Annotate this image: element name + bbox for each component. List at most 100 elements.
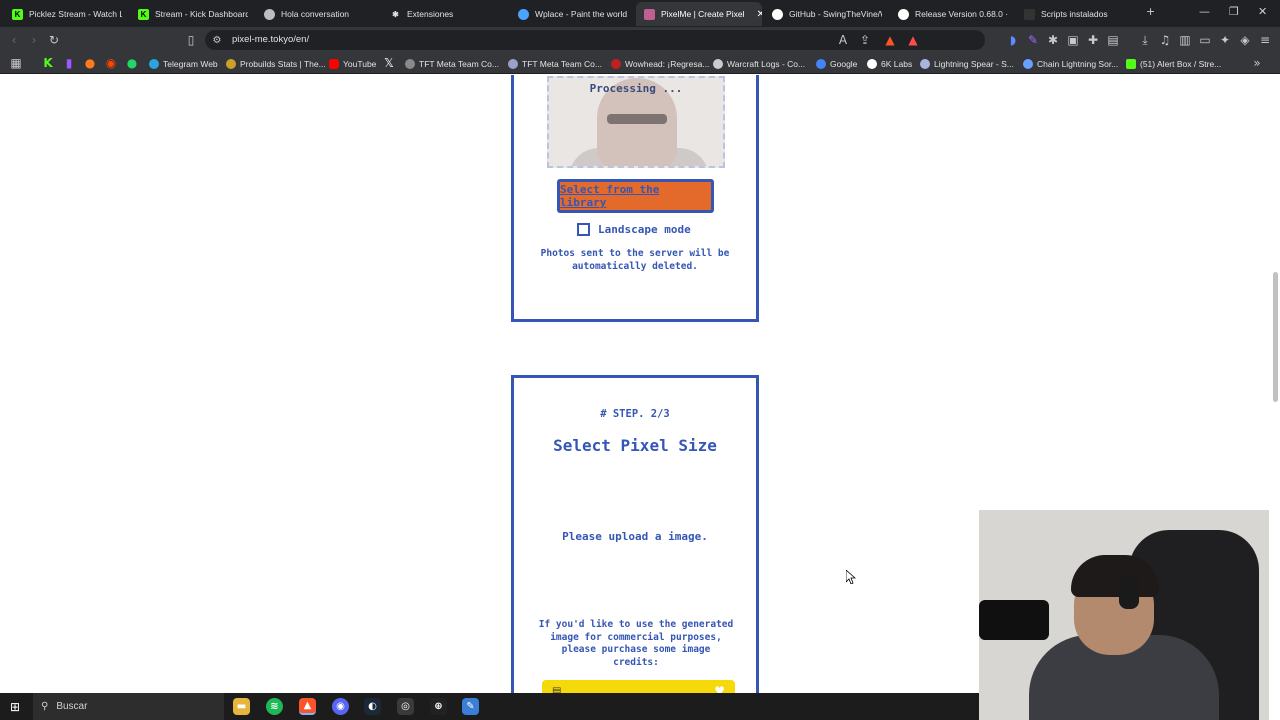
- bookmark-google[interactable]: Google: [816, 57, 857, 70]
- site-info-icon[interactable]: ⚙: [209, 32, 225, 48]
- landscape-mode-checkbox[interactable]: [577, 223, 590, 236]
- gamepad-icon[interactable]: ▣: [1065, 32, 1081, 48]
- sidebar-icon[interactable]: ▥: [1177, 32, 1193, 48]
- bookmark-chain-lightning[interactable]: Chain Lightning Sor...: [1023, 57, 1118, 70]
- minimize-icon[interactable]: —: [1199, 5, 1210, 18]
- bookmark-youtube[interactable]: YouTube: [329, 57, 376, 70]
- page-scrollbar[interactable]: [1272, 77, 1278, 689]
- bookmark-warcraft-logs[interactable]: Warcraft Logs - Co...: [713, 57, 805, 70]
- extension-icon[interactable]: ✱: [1045, 32, 1061, 48]
- microphone-icon: [979, 600, 1049, 640]
- discord-icon[interactable]: ◉: [332, 698, 349, 715]
- bookmark-wowhead[interactable]: Wowhead: ¡Regresa...: [611, 57, 709, 70]
- tab-hola-conversation[interactable]: Hola conversation: [256, 2, 374, 26]
- bookmark-label: Wowhead: ¡Regresa...: [625, 58, 710, 69]
- paint-app-icon[interactable]: ✎: [462, 698, 479, 715]
- bookmark-telegram[interactable]: Telegram Web: [149, 57, 218, 70]
- tab-picklez-stream[interactable]: K Picklez Stream - Watch Liv: [4, 2, 122, 26]
- tab-label: Picklez Stream - Watch Liv: [29, 9, 122, 19]
- step2-card: # STEP. 2/3 Select Pixel Size Please upl…: [511, 375, 759, 693]
- wallet-icon[interactable]: ◗: [1005, 32, 1021, 48]
- wallet-card-icon[interactable]: ▭: [1197, 32, 1213, 48]
- tab-release-version[interactable]: Release Version 0.68.0 · S: [890, 2, 1008, 26]
- bookmark-icon[interactable]: ▯: [183, 32, 199, 48]
- new-tab-icon[interactable]: +: [1146, 5, 1155, 18]
- script-icon: [1024, 8, 1035, 20]
- leo-icon[interactable]: ✎: [1025, 32, 1041, 48]
- github-icon: [772, 8, 783, 20]
- steam-icon[interactable]: ◐: [364, 698, 381, 715]
- bookmark-6k-labs[interactable]: 6K Labs: [867, 57, 912, 70]
- bookmark-label: (51) Alert Box / Stre...: [1140, 58, 1222, 69]
- puzzle-icon[interactable]: ✚: [1085, 32, 1101, 48]
- media-icon[interactable]: ♫: [1157, 32, 1173, 48]
- crunchyroll-icon[interactable]: ●: [82, 55, 98, 71]
- landscape-mode-label[interactable]: Landscape mode: [598, 223, 691, 236]
- tft-icon: [508, 58, 518, 69]
- headset-icon: [1119, 575, 1139, 609]
- deletion-note: Photos sent to the server will be automa…: [540, 248, 730, 272]
- bookmark-tft-meta-1[interactable]: TFT Meta Team Co...: [405, 57, 499, 70]
- menu-icon[interactable]: ≡: [1257, 32, 1273, 48]
- gamepad-app-icon[interactable]: ⊕: [430, 698, 447, 715]
- x-twitter-icon[interactable]: 𝕏: [381, 55, 397, 71]
- ai-icon[interactable]: ✦: [1217, 32, 1233, 48]
- reddit-icon[interactable]: ◉: [103, 55, 119, 71]
- tab-label: Wplace - Paint the world: [535, 9, 628, 19]
- tab-scripts-instalados[interactable]: Scripts instalados: [1016, 2, 1134, 26]
- forward-icon[interactable]: ›: [26, 32, 42, 48]
- bookmark-alert-box[interactable]: (51) Alert Box / Stre...: [1126, 57, 1221, 70]
- buy-credits-button[interactable]: ▤ ♥: [542, 680, 735, 693]
- vpn-icon[interactable]: ◈: [1237, 32, 1253, 48]
- tab-extensiones[interactable]: ✱ Extensiones: [382, 2, 500, 26]
- download-icon[interactable]: ⤓: [1137, 32, 1153, 48]
- apps-grid-icon[interactable]: ▦: [8, 55, 24, 71]
- scrollbar-thumb[interactable]: [1273, 272, 1278, 402]
- whatsapp-icon[interactable]: ●: [124, 55, 140, 71]
- close-window-icon[interactable]: ✕: [1258, 5, 1267, 18]
- brave-icon[interactable]: ▲: [299, 698, 316, 715]
- taskbar-search[interactable]: ⚲ Buscar: [33, 693, 224, 720]
- bookmark-probuilds[interactable]: Probuilds Stats | The...: [226, 57, 326, 70]
- bookmark-lightning-spear[interactable]: Lightning Spear - S...: [920, 57, 1014, 70]
- tab-pixelme[interactable]: PixelMe | Create Pixel ✕: [636, 2, 762, 26]
- file-explorer-icon[interactable]: ▬: [233, 698, 250, 715]
- commercial-note: If you'd like to use the generated image…: [538, 619, 734, 668]
- tab-wplace[interactable]: Wplace - Paint the world: [510, 2, 632, 26]
- wowhead-icon: [611, 58, 621, 69]
- back-icon[interactable]: ‹: [6, 32, 22, 48]
- select-library-button[interactable]: Select from the library: [557, 179, 714, 213]
- twitch-icon[interactable]: ▮: [61, 55, 77, 71]
- obs-icon[interactable]: ◎: [397, 698, 414, 715]
- brave-shield-icon[interactable]: ▲: [882, 32, 898, 48]
- bookmark-label: Chain Lightning Sor...: [1037, 58, 1119, 69]
- tab-label: Stream - Kick Dashboard: [155, 9, 248, 19]
- tab-label: Release Version 0.68.0 · S: [915, 9, 1008, 19]
- rewards-icon[interactable]: ▲: [905, 32, 921, 48]
- bookmark-label: Telegram Web: [163, 58, 218, 69]
- preview-glasses: [607, 114, 667, 124]
- step-title: Select Pixel Size: [553, 436, 717, 455]
- share-icon[interactable]: ⇪: [857, 32, 873, 48]
- pixelme-icon: [644, 8, 655, 20]
- maximize-icon[interactable]: ❐: [1229, 5, 1239, 18]
- kick-icon[interactable]: K: [40, 55, 56, 71]
- more-bookmarks-icon[interactable]: »: [1249, 55, 1265, 71]
- reload-icon[interactable]: ↻: [46, 32, 62, 48]
- translate-icon[interactable]: A: [835, 32, 851, 48]
- tab-kick-dashboard[interactable]: K Stream - Kick Dashboard: [130, 2, 248, 26]
- bookmark-label: Probuilds Stats | The...: [240, 58, 326, 69]
- address-bar[interactable]: ⚙ pixel-me.tokyo/en/ A ⇪ ▲ ▲: [205, 30, 985, 50]
- close-tab-icon[interactable]: ✕: [756, 9, 762, 20]
- bookmark-tft-meta-2[interactable]: TFT Meta Team Co...: [508, 57, 602, 70]
- chain-lightning-icon: [1023, 58, 1033, 69]
- bookmark-label: YouTube: [343, 58, 377, 69]
- tab-github-swingthevine[interactable]: GitHub - SwingTheVine/W: [764, 2, 882, 26]
- screenshot-icon[interactable]: ▤: [1105, 32, 1121, 48]
- webcam-overlay: [979, 510, 1269, 720]
- landscape-mode-row[interactable]: Landscape mode: [577, 223, 691, 236]
- bookmark-label: Google: [830, 58, 858, 69]
- windows-start-icon[interactable]: ⊞: [10, 700, 20, 714]
- spotify-icon[interactable]: ≋: [266, 698, 283, 715]
- globe-icon: [518, 8, 529, 20]
